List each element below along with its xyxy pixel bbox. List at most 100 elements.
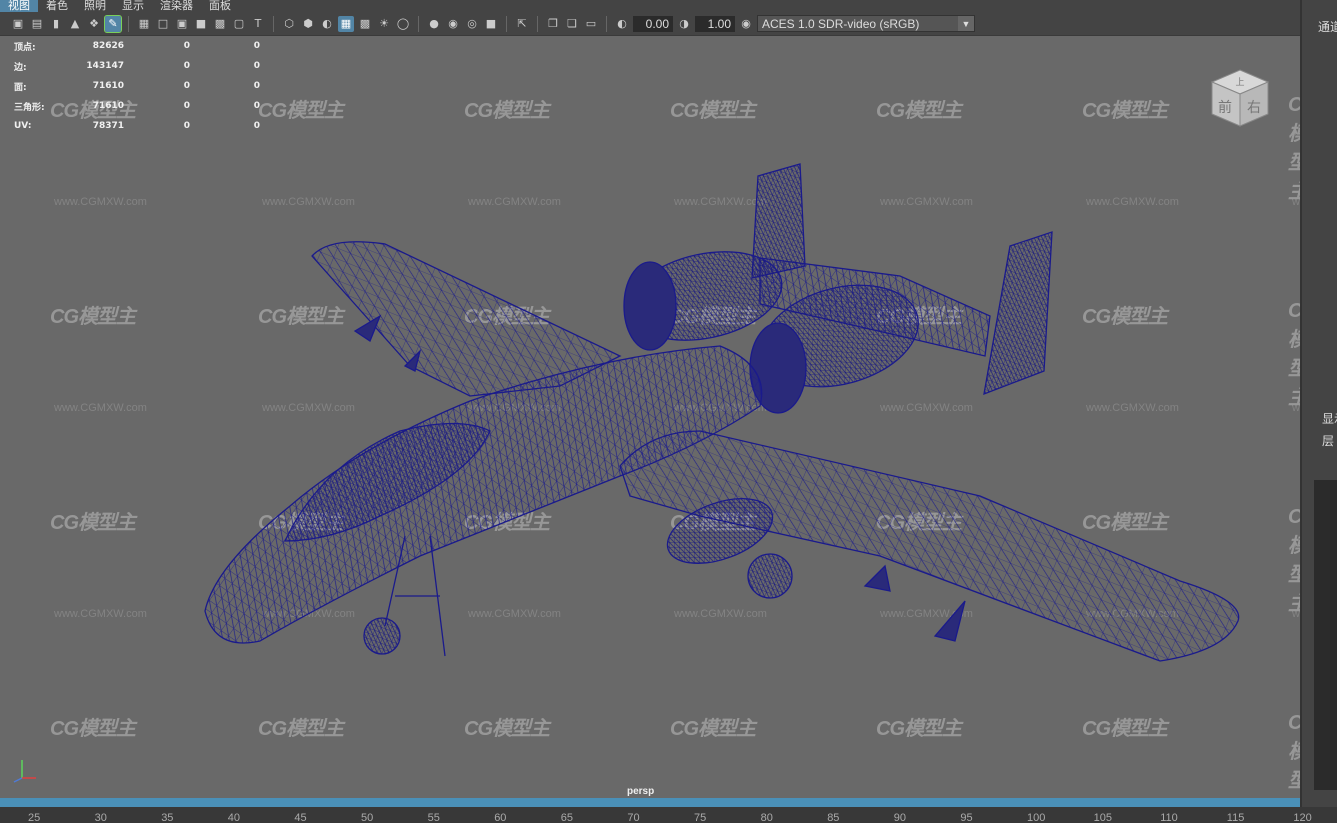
timeline-tick: 80 [760,812,773,823]
flat-shade-icon[interactable]: ◐ [319,16,335,32]
timeline-ruler[interactable]: 25 30 35 40 45 50 55 60 65 70 75 80 85 90 95 100 105 110 1… [0,807,1337,823]
poly-count-hud: 顶点: 82626 0 0 边: 143147 0 0 面: 71610 0 0 三角形: 71610 0 0… [14,36,260,136]
wireframe-on-shaded-icon[interactable]: ▦ [338,15,354,32]
hud-row: 边: 143147 0 0 [14,56,260,76]
shadows-icon[interactable]: ◯ [395,16,411,32]
hud-v1: 78371 [92,121,124,131]
menu-shading[interactable]: 着色 [38,0,76,12]
hud-label: 边: [14,62,27,73]
toolbar-separator [606,15,607,32]
hud-v3: 0 [253,81,260,91]
xray-active-icon[interactable]: ❏ [564,16,580,32]
viewport-toolbar: ▣ ▤ ▮ ▲ ❖ ✎ ▦ □ ▣ ■ ▩ ▢ T ⬡ ⬢ ◐ ▦ ▩ ☀ ◯ … [0,12,1300,36]
hud-label: 顶点: [14,42,36,53]
toolbar-separator [537,15,538,32]
timeline-tick: 90 [893,812,907,823]
viewport-menu-bar: 视图 着色 照明 显示 渲染器 面板 [0,0,1300,12]
hud-v3: 0 [253,101,260,111]
hud-row: 三角形: 71610 0 0 [14,96,260,116]
film-gate-icon[interactable]: □ [155,16,171,32]
motion-blur-icon[interactable]: ◉ [445,16,461,32]
wireframe-icon[interactable]: ⬡ [281,16,297,32]
grid-icon[interactable]: ▦ [136,16,152,32]
timeline-range-bar[interactable] [0,798,1300,807]
menu-panels[interactable]: 面板 [201,0,239,12]
select-camera-icon[interactable]: ❖ [86,16,102,32]
hud-row: 顶点: 82626 0 0 [14,36,260,56]
gate-mask-icon[interactable]: ■ [193,16,209,32]
color-space-dropdown[interactable]: ACES 1.0 SDR-video (sRGB) ▼ [757,15,975,32]
viewcube-top-label: 上 [1235,77,1244,88]
xray-joints-icon[interactable]: ❐ [545,16,561,32]
main-wheel [747,553,793,599]
channel-box-tab[interactable]: 通道 [1318,18,1337,35]
image-plane-icon[interactable]: ▲ [67,16,83,32]
hud-row: UV: 78371 0 0 [14,116,260,136]
camera-name-label: persp [627,786,655,797]
viewcube-front-label: 前 [1218,99,1232,116]
lights-icon[interactable]: ☀ [376,16,392,32]
hud-v3: 0 [253,121,260,131]
timeline-tick: 35 [161,812,174,823]
timeline-tick: 25 [28,812,41,823]
menu-show[interactable]: 显示 [114,0,152,12]
timeline-tick: 120 [1293,812,1312,823]
hud-v1: 82626 [92,41,124,51]
camera-attr-icon[interactable]: ▤ [29,16,45,32]
timeline-tick: 85 [827,812,840,823]
exposure-icon[interactable]: ◐ [614,16,630,32]
menu-view[interactable]: 视图 [0,0,38,12]
timeline-tick: 70 [627,812,640,823]
timeline-tick: 60 [494,812,507,823]
display-tab[interactable]: 显示 [1322,410,1337,427]
resolution-gate-icon[interactable]: ▣ [174,16,190,32]
color-mgmt-icon[interactable]: ◉ [738,16,754,32]
timeline-tick: 50 [361,812,374,823]
toolbar-separator [273,15,274,32]
ambient-occlusion-icon[interactable]: ● [426,16,442,32]
toolbar-separator [128,15,129,32]
hud-row: 面: 71610 0 0 [14,76,260,96]
gamma-field[interactable]: 1.00 [695,15,735,32]
antialias-icon[interactable]: ◎ [464,16,480,32]
isolate-select-icon[interactable]: ⇱ [514,16,530,32]
nose-wheel [363,617,401,655]
bookmark-icon[interactable]: ▮ [48,16,64,32]
timeline-tick: 95 [960,812,973,823]
gamma-icon[interactable]: ◑ [676,16,692,32]
menu-lighting[interactable]: 照明 [76,0,114,12]
timeline-tick: 65 [560,812,574,823]
layers-label[interactable]: 层 [1322,432,1334,449]
hud-v1: 71610 [92,101,124,111]
layer-list[interactable] [1314,480,1337,790]
aircraft-wireframe-model[interactable] [0,36,1300,798]
hud-v1: 71610 [92,81,124,91]
timeline-tick: 105 [1093,812,1112,823]
toolbar-separator [506,15,507,32]
axis-gizmo-icon [13,760,36,783]
smooth-shade-icon[interactable]: ⬢ [300,16,316,32]
vertical-tail-right [983,231,1053,396]
hud-v3: 0 [253,41,260,51]
hud-v2: 0 [183,61,190,71]
3d-viewport[interactable]: CG模型主 CG模型主 CG模型主 CG模型主 CG模型主 CG模型主 CG模型主 CG模型主… [0,36,1300,798]
hud-v2: 0 [183,121,190,131]
timeline-tick: 45 [294,812,307,823]
grease-pencil-icon[interactable]: ✎ [104,14,122,33]
viewcube[interactable]: 上 前 右 [1208,66,1272,130]
field-chart-icon[interactable]: ▩ [212,16,228,32]
camera-icon[interactable]: ▣ [10,16,26,32]
exposure-field[interactable]: 0.00 [633,15,673,32]
timeline-tick: 100 [1027,812,1046,823]
depth-of-field-icon[interactable]: ■ [483,16,499,32]
hud-v2: 0 [183,101,190,111]
color-space-value: ACES 1.0 SDR-video (sRGB) [762,16,920,31]
safe-title-icon[interactable]: T [250,16,266,32]
safe-action-icon[interactable]: ▢ [231,16,247,32]
timeline-tick: 115 [1226,812,1245,823]
xray-icon[interactable]: ▩ [357,16,373,32]
hud-v2: 0 [183,81,190,91]
timeline-tick: 55 [427,812,440,823]
backface-icon[interactable]: ▭ [583,16,599,32]
menu-renderer[interactable]: 渲染器 [152,0,201,12]
